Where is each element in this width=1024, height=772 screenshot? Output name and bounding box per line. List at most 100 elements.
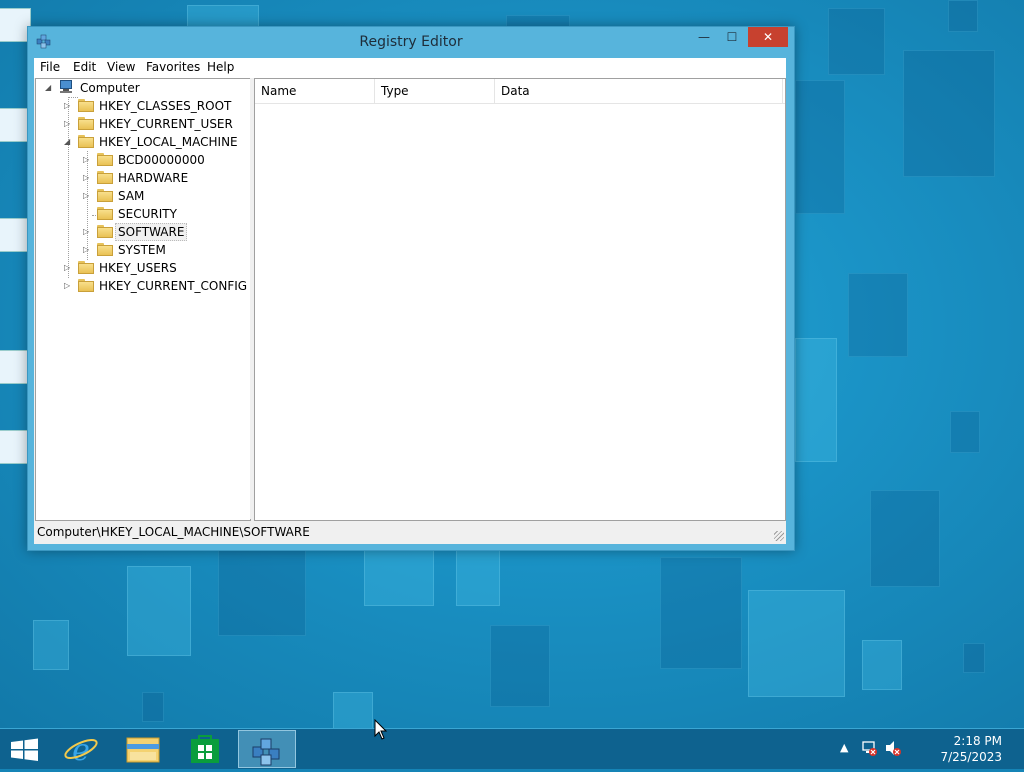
menu-edit[interactable]: Edit — [73, 60, 96, 74]
tree-node-bcd00000000[interactable]: ▷ BCD00000000 — [36, 151, 248, 169]
tree-node-sam[interactable]: ▷ SAM — [36, 187, 248, 205]
windows-logo-icon — [11, 738, 38, 761]
bg-square — [660, 557, 742, 669]
expand-arrow-icon[interactable]: ▷ — [83, 151, 93, 169]
bg-square — [127, 566, 191, 656]
expand-arrow-icon[interactable]: ▷ — [83, 187, 93, 205]
tree-node-security[interactable]: SECURITY — [36, 205, 248, 223]
menu-file[interactable]: File — [40, 60, 60, 74]
network-disconnected-icon[interactable] — [860, 739, 878, 757]
tree-label: SAM — [118, 189, 145, 203]
tree-node-computer[interactable]: ◢ Computer — [36, 79, 248, 97]
bg-square — [828, 8, 885, 75]
key-tree-pane[interactable]: ◢ Computer ▷ HKEY_CLASSES_ROOT ▷ HKEY_CU… — [35, 78, 251, 521]
list-header: Name Type Data — [255, 79, 785, 104]
bg-square — [963, 643, 985, 673]
folder-icon — [97, 171, 113, 184]
collapse-arrow-icon[interactable]: ◢ — [45, 79, 55, 97]
bg-square — [364, 550, 434, 606]
tree-node-hkey-current-config[interactable]: ▷ HKEY_CURRENT_CONFIG — [36, 277, 248, 295]
folder-icon — [97, 207, 113, 220]
store-icon — [191, 735, 219, 763]
bg-square — [848, 273, 908, 357]
tree-label: HKEY_CLASSES_ROOT — [99, 99, 232, 113]
menu-view[interactable]: View — [107, 60, 135, 74]
bg-square — [950, 411, 980, 453]
tree-node-system[interactable]: ▷ SYSTEM — [36, 241, 248, 259]
tree-label: SECURITY — [118, 207, 177, 221]
minimize-button[interactable]: — — [690, 27, 718, 47]
status-bar: Computer\HKEY_LOCAL_MACHINE\SOFTWARE — [34, 521, 786, 543]
taskbar: e ▲ 2:18 PM 7/25/2023 — [0, 728, 1024, 769]
menu-favorites[interactable]: Favorites — [146, 60, 200, 74]
bg-square — [862, 640, 902, 690]
bg-square — [218, 550, 306, 636]
tree-label: HARDWARE — [118, 171, 189, 185]
bg-square — [903, 50, 995, 177]
registry-editor-icon — [252, 738, 280, 766]
bg-square — [490, 625, 550, 707]
column-header-type[interactable]: Type — [375, 79, 495, 103]
show-hidden-icons-chevron-icon[interactable]: ▲ — [840, 741, 848, 754]
start-button[interactable] — [0, 730, 58, 768]
values-list-pane[interactable]: Name Type Data — [254, 78, 786, 521]
folder-icon — [78, 117, 94, 130]
folder-icon — [97, 153, 113, 166]
bg-square — [795, 338, 837, 462]
column-header-name[interactable]: Name — [255, 79, 375, 103]
tree-label: HKEY_CURRENT_USER — [99, 117, 233, 131]
taskbar-clock[interactable]: 2:18 PM 7/25/2023 — [940, 733, 1002, 765]
taskbar-file-explorer[interactable] — [114, 730, 172, 768]
expand-arrow-icon[interactable]: ▷ — [64, 115, 74, 133]
clock-date: 7/25/2023 — [940, 750, 1002, 764]
menu-bar: File Edit View Favorites Help — [34, 58, 786, 78]
folder-icon — [78, 279, 94, 292]
taskbar-registry-editor[interactable] — [238, 730, 296, 768]
collapse-arrow-icon[interactable]: ◢ — [64, 133, 74, 151]
client-area: ◢ Computer ▷ HKEY_CLASSES_ROOT ▷ HKEY_CU… — [34, 78, 786, 544]
mouse-cursor-icon — [374, 719, 388, 740]
expand-arrow-icon[interactable]: ▷ — [64, 259, 74, 277]
maximize-button[interactable]: ☐ — [718, 27, 746, 47]
tree-label: HKEY_USERS — [99, 261, 177, 275]
tree-node-hkey-current-user[interactable]: ▷ HKEY_CURRENT_USER — [36, 115, 248, 133]
registry-editor-window: Registry Editor — ☐ ✕ File Edit View Fav… — [27, 26, 795, 551]
bg-square — [33, 620, 69, 670]
window-title: Registry Editor — [359, 34, 463, 50]
expand-arrow-icon[interactable]: ▷ — [83, 241, 93, 259]
expand-arrow-icon[interactable]: ▷ — [64, 277, 74, 295]
svg-text:e: e — [72, 733, 90, 768]
resize-grip-icon[interactable] — [774, 531, 784, 541]
tree-label: HKEY_LOCAL_MACHINE — [99, 135, 238, 149]
bg-square — [333, 692, 373, 728]
internet-explorer-icon: e — [64, 733, 98, 768]
folder-icon — [97, 225, 113, 238]
tree-node-hardware[interactable]: ▷ HARDWARE — [36, 169, 248, 187]
folder-icon — [97, 189, 113, 202]
menu-help[interactable]: Help — [207, 60, 234, 74]
expand-arrow-icon[interactable]: ▷ — [64, 97, 74, 115]
tree-label: SYSTEM — [118, 243, 166, 257]
tree-label-selected: SOFTWARE — [115, 223, 188, 241]
tree-node-hkey-classes-root[interactable]: ▷ HKEY_CLASSES_ROOT — [36, 97, 248, 115]
bg-square — [456, 550, 500, 606]
expand-arrow-icon[interactable]: ▷ — [83, 169, 93, 187]
volume-muted-icon[interactable] — [884, 739, 902, 757]
folder-icon — [78, 99, 94, 112]
title-bar[interactable]: Registry Editor — ☐ ✕ — [28, 27, 794, 57]
tree-node-hkey-local-machine[interactable]: ◢ HKEY_LOCAL_MACHINE — [36, 133, 248, 151]
column-header-data[interactable]: Data — [495, 79, 783, 103]
taskbar-internet-explorer[interactable]: e — [52, 730, 110, 768]
tree-node-hkey-users[interactable]: ▷ HKEY_USERS — [36, 259, 248, 277]
bg-square — [870, 490, 940, 587]
tree-label: HKEY_CURRENT_CONFIG — [99, 279, 248, 293]
taskbar-store[interactable] — [176, 730, 234, 768]
expand-arrow-icon[interactable]: ▷ — [83, 223, 93, 241]
bg-square — [795, 80, 845, 214]
close-button[interactable]: ✕ — [748, 27, 788, 47]
tree-node-software[interactable]: ▷ SOFTWARE — [36, 223, 248, 241]
folder-icon — [78, 135, 94, 148]
file-explorer-icon — [126, 737, 160, 763]
tree-label: BCD00000000 — [118, 153, 205, 167]
clock-time: 2:18 PM — [953, 734, 1002, 748]
